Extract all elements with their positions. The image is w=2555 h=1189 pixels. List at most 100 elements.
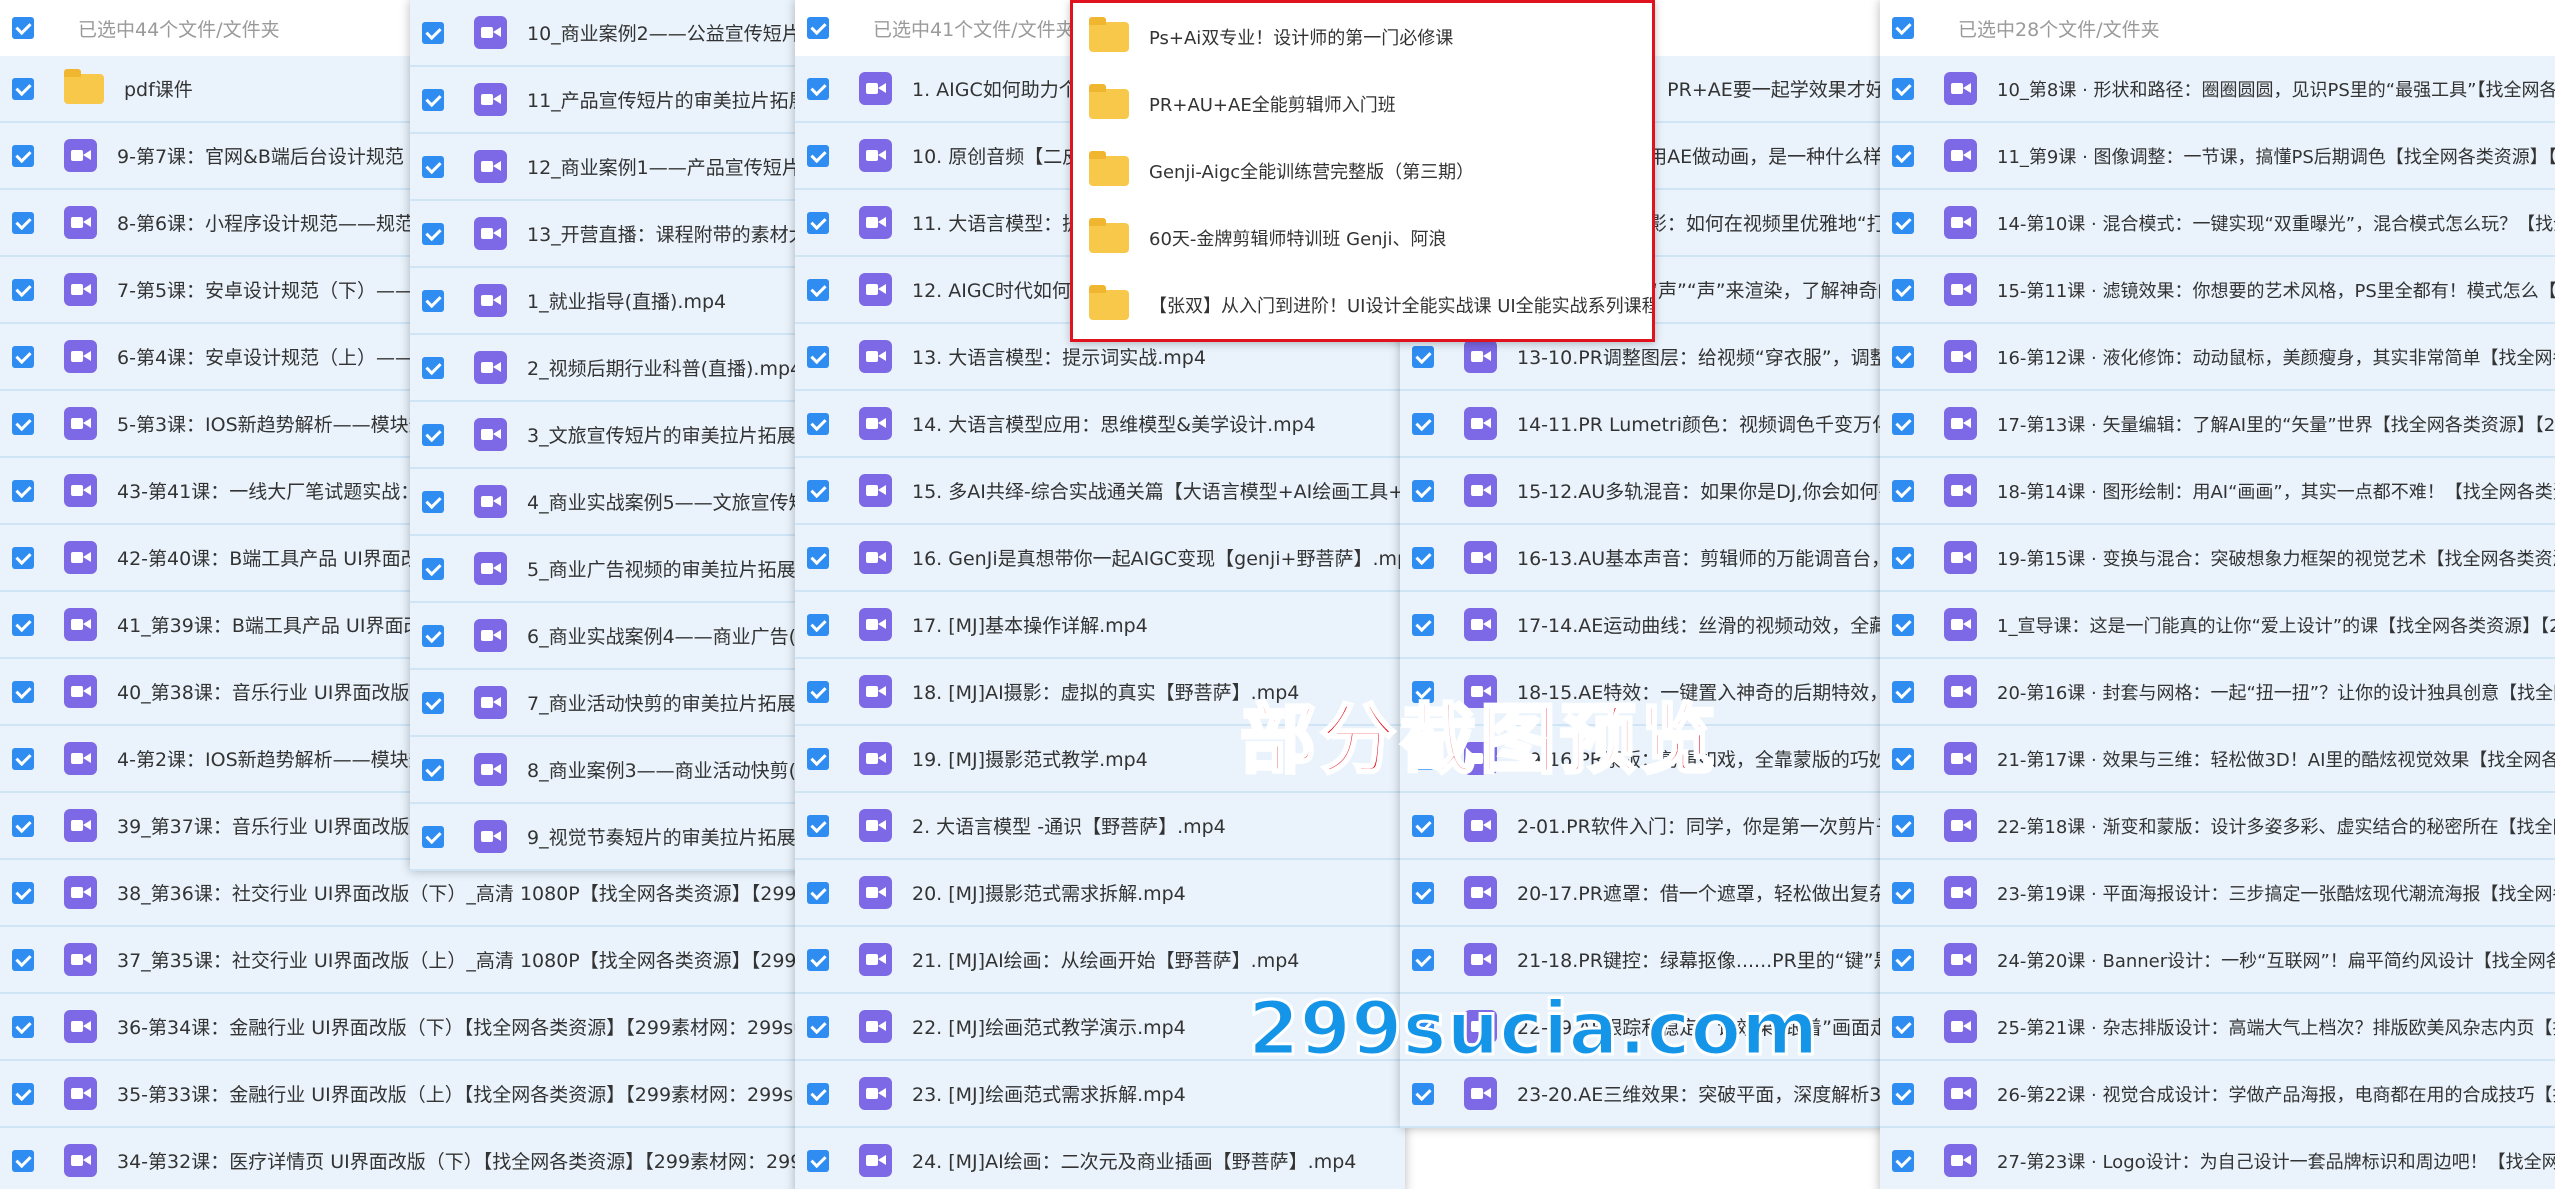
folder-row[interactable]: PR+AU+AE全能剪辑师入门班 <box>1073 70 1652 137</box>
file-row[interactable]: 21-18.PR键控：绿幕抠像......PR里的“键”是什么？ <box>1400 927 1930 994</box>
row-checkbox[interactable] <box>422 21 444 44</box>
file-row[interactable]: 10_第8课 · 形状和路径：圈圈圆圆，见识PS里的“最强工具”【找全网各类资源… <box>1880 56 2555 123</box>
select-all-checkbox[interactable] <box>12 17 34 39</box>
row-checkbox[interactable] <box>422 423 444 446</box>
row-checkbox[interactable] <box>1412 546 1434 569</box>
file-row[interactable]: 2-01.PR软件入门：同学，你是第一次剪片子吗？ <box>1400 793 1930 860</box>
row-checkbox[interactable] <box>807 881 829 904</box>
row-checkbox[interactable] <box>807 144 829 167</box>
row-checkbox[interactable] <box>807 747 829 770</box>
file-row[interactable]: 16-第12课 · 液化修饰：动动鼠标，美颜瘦身，其实非常简单【找全网各类资源】 <box>1880 324 2555 391</box>
row-checkbox[interactable] <box>1892 1149 1914 1172</box>
row-checkbox[interactable] <box>12 546 34 569</box>
row-checkbox[interactable] <box>12 881 34 904</box>
row-checkbox[interactable] <box>422 289 444 312</box>
row-checkbox[interactable] <box>422 825 444 848</box>
row-checkbox[interactable] <box>807 412 829 435</box>
row-checkbox[interactable] <box>1892 546 1914 569</box>
row-checkbox[interactable] <box>1892 144 1914 167</box>
row-checkbox[interactable] <box>807 1149 829 1172</box>
row-checkbox[interactable] <box>1892 881 1914 904</box>
file-row[interactable]: 20-第16课 · 封套与网格：一起“扭一扭”？让你的设计独具创意【找全网各类资… <box>1880 659 2555 726</box>
file-row[interactable]: 11_第9课 · 图像调整：一节课，搞懂PS后期调色【找全网各类资源】【299素… <box>1880 123 2555 190</box>
row-checkbox[interactable] <box>1412 1082 1434 1105</box>
folder-row[interactable]: Ps+Ai双专业！设计师的第一门必修课 <box>1073 3 1652 70</box>
row-checkbox[interactable] <box>807 77 829 100</box>
row-checkbox[interactable] <box>1412 613 1434 636</box>
row-checkbox[interactable] <box>12 278 34 301</box>
file-row[interactable]: 15-12.AU多轨混音：如果你是DJ,你会如何平衡声音？ <box>1400 458 1930 525</box>
file-row[interactable]: 24-第20课 · Banner设计：一秒“互联网”！扁平简约风设计【找全网各类… <box>1880 927 2555 994</box>
file-row[interactable]: 17-第13课 · 矢量编辑：了解AI里的“矢量”世界【找全网各类资源】【299… <box>1880 391 2555 458</box>
row-checkbox[interactable] <box>1892 680 1914 703</box>
file-row[interactable]: 1_宣导课：这是一门能真的让你“爱上设计”的课【找全网各类资源】【299素材网】 <box>1880 592 2555 659</box>
row-checkbox[interactable] <box>12 1015 34 1038</box>
row-checkbox[interactable] <box>422 155 444 178</box>
folder-row[interactable]: Genji-Aigc全能训练营完整版（第三期） <box>1073 137 1652 204</box>
file-row[interactable]: 14-第10课 · 混合模式：一键实现“双重曝光”，混合模式怎么玩？【找全网各类… <box>1880 190 2555 257</box>
row-checkbox[interactable] <box>1892 345 1914 368</box>
row-checkbox[interactable] <box>1412 412 1434 435</box>
file-row[interactable]: 35-第33课：金融行业 UI界面改版（上）【找全网各类资源】【299素材网：2… <box>0 1061 900 1128</box>
file-row[interactable]: 37_第35课：社交行业 UI界面改版（上）_高清 1080P【找全网各类资源】… <box>0 927 900 994</box>
row-checkbox[interactable] <box>1892 747 1914 770</box>
row-checkbox[interactable] <box>807 546 829 569</box>
row-checkbox[interactable] <box>1412 479 1434 502</box>
file-row[interactable]: 16-13.AU基本声音：剪辑师的万能调音台，一键降噪 <box>1400 525 1930 592</box>
row-checkbox[interactable] <box>1892 479 1914 502</box>
row-checkbox[interactable] <box>1892 211 1914 234</box>
file-row[interactable]: 14. 大语言模型应用：思维模型&美学设计.mp4 <box>795 391 1405 458</box>
folder-row[interactable]: 【张双】从入门到进阶！UI设计全能实战课 UI全能实战系列课程 <box>1073 271 1652 338</box>
row-checkbox[interactable] <box>12 814 34 837</box>
row-checkbox[interactable] <box>1892 948 1914 971</box>
row-checkbox[interactable] <box>807 613 829 636</box>
row-checkbox[interactable] <box>1892 412 1914 435</box>
row-checkbox[interactable] <box>807 814 829 837</box>
row-checkbox[interactable] <box>12 948 34 971</box>
row-checkbox[interactable] <box>1892 77 1914 100</box>
file-row[interactable]: 15. 多AI共绎-综合实战通关篇【大语言模型+AI绘画工具+后期软件】.mp4 <box>795 458 1405 525</box>
row-checkbox[interactable] <box>12 747 34 770</box>
row-checkbox[interactable] <box>12 211 34 234</box>
row-checkbox[interactable] <box>12 412 34 435</box>
row-checkbox[interactable] <box>422 222 444 245</box>
row-checkbox[interactable] <box>807 680 829 703</box>
row-checkbox[interactable] <box>12 77 34 100</box>
row-checkbox[interactable] <box>12 144 34 167</box>
file-row[interactable]: 18-第14课 · 图形绘制：用AI“画画”，其实一点都不难！【找全网各类资源】 <box>1880 458 2555 525</box>
row-checkbox[interactable] <box>1892 1082 1914 1105</box>
row-checkbox[interactable] <box>422 356 444 379</box>
row-checkbox[interactable] <box>422 490 444 513</box>
file-row[interactable]: 34-第32课：医疗详情页 UI界面改版（下）【找全网各类资源】【299素材网：… <box>0 1128 900 1189</box>
row-checkbox[interactable] <box>422 691 444 714</box>
row-checkbox[interactable] <box>422 557 444 580</box>
file-row[interactable]: 14-11.PR Lumetri颜色：视频调色千变万化，一招搞定 <box>1400 391 1930 458</box>
row-checkbox[interactable] <box>1412 345 1434 368</box>
row-checkbox[interactable] <box>422 758 444 781</box>
row-checkbox[interactable] <box>807 948 829 971</box>
row-checkbox[interactable] <box>422 88 444 111</box>
file-row[interactable]: 21-第17课 · 效果与三维：轻松做3D！AI里的酷炫视觉效果【找全网各类资源… <box>1880 726 2555 793</box>
file-row[interactable]: 27-第23课 · Logo设计：为自己设计一套品牌标识和周边吧！【找全网各类资… <box>1880 1128 2555 1189</box>
folder-row[interactable]: 60天-金牌剪辑师特训班 Genji、阿浪 <box>1073 204 1652 271</box>
file-row[interactable]: 20. [MJ]摄影范式需求拆解.mp4 <box>795 860 1405 927</box>
row-checkbox[interactable] <box>12 680 34 703</box>
file-row[interactable]: 36-第34课：金融行业 UI界面改版（下）【找全网各类资源】【299素材网：2… <box>0 994 900 1061</box>
file-row[interactable]: 17-14.AE运动曲线：丝滑的视频动效，全藏在里面 <box>1400 592 1930 659</box>
file-row[interactable]: 17. [MJ]基本操作详解.mp4 <box>795 592 1405 659</box>
row-checkbox[interactable] <box>807 278 829 301</box>
file-row[interactable]: 19-第15课 · 变换与混合：突破想象力框架的视觉艺术【找全网各类资源】 <box>1880 525 2555 592</box>
row-checkbox[interactable] <box>1892 1015 1914 1038</box>
select-all-checkbox[interactable] <box>1892 17 1914 39</box>
row-checkbox[interactable] <box>807 1082 829 1105</box>
row-checkbox[interactable] <box>807 345 829 368</box>
file-row[interactable]: 26-第22课 · 视觉合成设计：学做产品海报，电商都在用的合成技巧【找全网各类… <box>1880 1061 2555 1128</box>
row-checkbox[interactable] <box>807 211 829 234</box>
row-checkbox[interactable] <box>1892 814 1914 837</box>
file-row[interactable]: 21. [MJ]AI绘画：从绘画开始【野菩萨】.mp4 <box>795 927 1405 994</box>
row-checkbox[interactable] <box>12 1149 34 1172</box>
row-checkbox[interactable] <box>1892 278 1914 301</box>
row-checkbox[interactable] <box>422 624 444 647</box>
row-checkbox[interactable] <box>12 479 34 502</box>
file-row[interactable]: 22-第18课 · 渐变和蒙版：设计多姿多彩、虚实结合的秘密所在【找全网各类资源… <box>1880 793 2555 860</box>
